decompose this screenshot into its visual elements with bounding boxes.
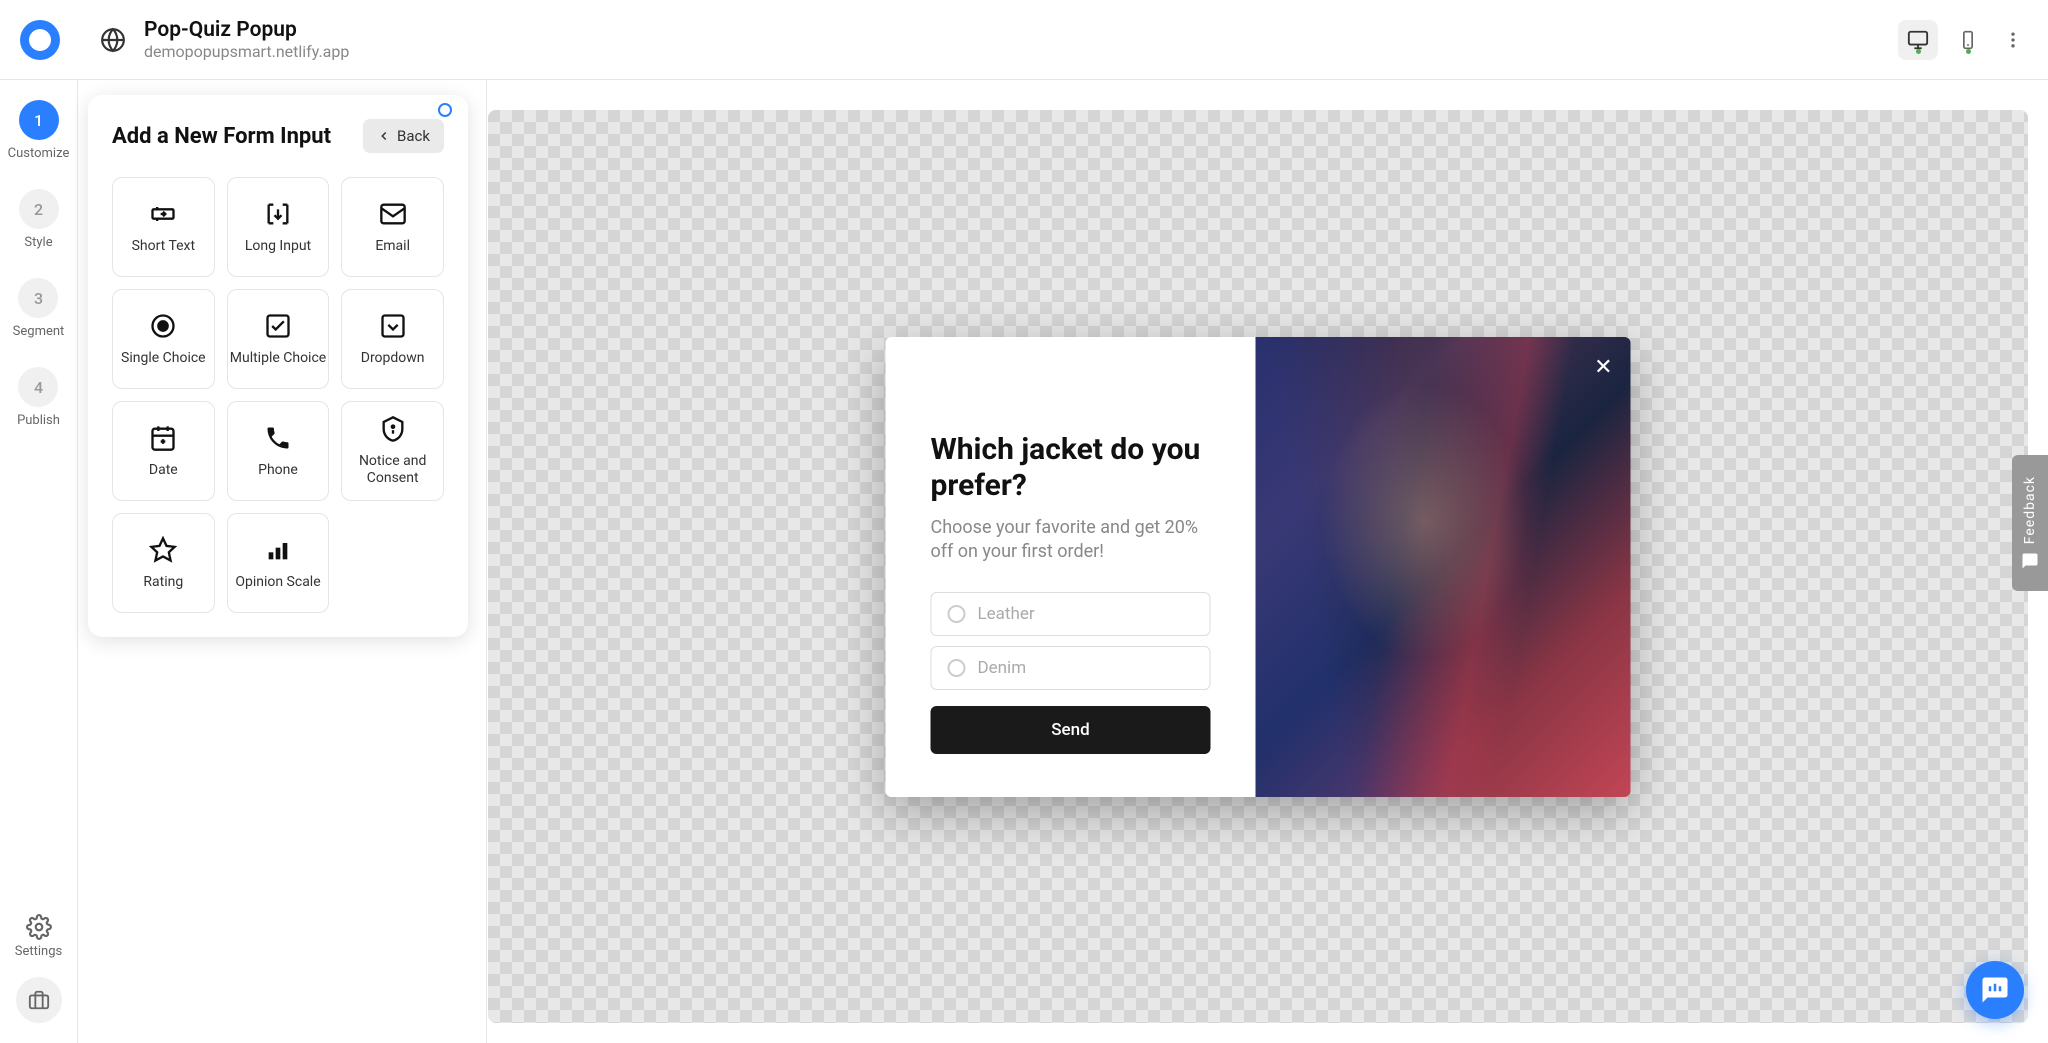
radio-icon xyxy=(948,605,966,623)
preview-canvas: Which jacket do you prefer? Choose your … xyxy=(488,110,2028,1023)
feedback-tab[interactable]: Feedback xyxy=(2012,455,2048,591)
intercom-icon xyxy=(1980,975,2010,1005)
page-title: Pop-Quiz Popup xyxy=(144,18,349,42)
input-type-email[interactable]: Email xyxy=(341,177,444,277)
mobile-icon xyxy=(1958,30,1978,50)
form-input-panel: Add a New Form Input Back Short TextLong… xyxy=(88,95,468,637)
input-type-notice-consent[interactable]: Notice andConsent xyxy=(341,401,444,501)
step-style[interactable]: 2 Style xyxy=(19,189,59,250)
desktop-icon xyxy=(1907,29,1929,51)
desktop-view-button[interactable] xyxy=(1898,20,1938,60)
back-button[interactable]: Back xyxy=(363,119,444,153)
popup-title: Which jacket do you prefer? xyxy=(931,432,1211,504)
step-customize[interactable]: 1 Customize xyxy=(8,100,70,161)
settings-button[interactable]: Settings xyxy=(15,914,62,959)
input-type-long-input[interactable]: Long Input xyxy=(227,177,330,277)
step-publish[interactable]: 4 Publish xyxy=(17,367,60,428)
popup-option-denim[interactable]: Denim xyxy=(931,646,1211,690)
chat-icon xyxy=(2021,552,2039,570)
gear-icon xyxy=(26,914,52,940)
more-vertical-icon xyxy=(2003,30,2023,50)
input-type-opinion-scale[interactable]: Opinion Scale xyxy=(227,513,330,613)
input-type-rating[interactable]: Rating xyxy=(112,513,215,613)
briefcase-button[interactable] xyxy=(16,977,62,1023)
panel-title: Add a New Form Input xyxy=(112,124,331,149)
input-type-date[interactable]: Date xyxy=(112,401,215,501)
send-button[interactable]: Send xyxy=(931,706,1211,754)
more-menu-button[interactable] xyxy=(1998,30,2028,50)
briefcase-icon xyxy=(28,989,50,1011)
popup-subtitle: Choose your favorite and get 20% off on … xyxy=(931,516,1211,565)
header-bar: Pop-Quiz Popup demopopupsmart.netlify.ap… xyxy=(0,0,2048,80)
globe-icon xyxy=(100,27,126,53)
input-type-single-choice[interactable]: Single Choice xyxy=(112,289,215,389)
mobile-view-button[interactable] xyxy=(1948,20,1988,60)
page-subtitle: demopopupsmart.netlify.app xyxy=(144,42,349,61)
step-segment[interactable]: 3 Segment xyxy=(13,278,65,339)
input-type-dropdown[interactable]: Dropdown xyxy=(341,289,444,389)
radio-icon xyxy=(948,659,966,677)
arrow-left-icon xyxy=(377,129,391,143)
divider xyxy=(486,80,487,1043)
input-type-short-text[interactable]: Short Text xyxy=(112,177,215,277)
help-indicator[interactable] xyxy=(438,103,452,117)
close-icon[interactable]: ✕ xyxy=(1594,355,1612,380)
title-block: Pop-Quiz Popup demopopupsmart.netlify.ap… xyxy=(144,18,349,61)
app-logo[interactable] xyxy=(20,20,60,60)
popup-option-leather[interactable]: Leather xyxy=(931,592,1211,636)
input-type-phone[interactable]: Phone xyxy=(227,401,330,501)
popup-preview: Which jacket do you prefer? Choose your … xyxy=(886,337,1631,797)
popup-image: ✕ xyxy=(1256,337,1631,797)
input-type-multiple-choice[interactable]: Multiple Choice xyxy=(227,289,330,389)
chat-bubble-button[interactable] xyxy=(1966,961,2024,1019)
steps-sidebar: 1 Customize 2 Style 3 Segment 4 Publish … xyxy=(0,80,78,1043)
